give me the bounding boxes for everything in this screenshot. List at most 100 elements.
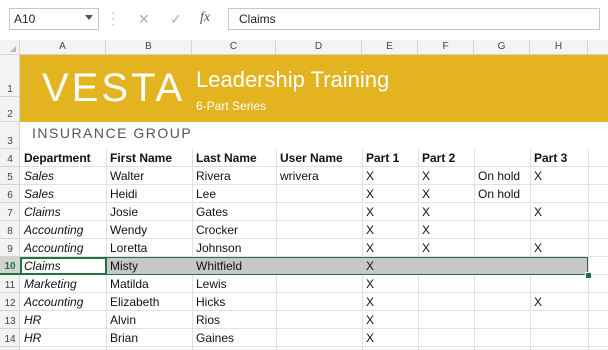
check-icon[interactable]: ✓ <box>170 11 182 28</box>
table-cell[interactable]: Marketing <box>20 275 77 293</box>
table-cell[interactable]: X <box>418 239 430 257</box>
table-cell[interactable]: X <box>362 293 374 311</box>
select-all-icon <box>10 46 16 52</box>
table-cell[interactable]: X <box>418 203 430 221</box>
table-cell[interactable]: Loretta <box>106 239 147 257</box>
insert-function-icon[interactable]: fx <box>200 10 210 26</box>
table-cell[interactable]: X <box>418 221 430 239</box>
company-logo: VESTA <box>42 66 186 110</box>
table-header-cell[interactable]: Part 3 <box>530 149 567 167</box>
company-logo-subtitle: INSURANCE GROUP <box>32 125 193 141</box>
table-cell[interactable]: X <box>362 329 374 347</box>
table-cell[interactable]: X <box>530 167 542 185</box>
column-header-f[interactable]: F <box>418 40 474 54</box>
table-cell[interactable]: On hold <box>474 185 520 203</box>
table-cell[interactable]: Misty <box>106 257 138 275</box>
table-cell[interactable]: HR <box>20 311 41 329</box>
column-header-b[interactable]: B <box>106 40 192 54</box>
header-banner: VESTA Leadership Training 6-Part Series <box>20 55 608 122</box>
select-all-button[interactable] <box>0 40 20 54</box>
chevron-down-icon[interactable] <box>85 15 93 20</box>
table-header-cell[interactable]: User Name <box>276 149 343 167</box>
banner-title: Leadership Training <box>196 67 390 92</box>
table-cell[interactable]: X <box>530 239 542 257</box>
table-cell[interactable]: Lewis <box>192 275 227 293</box>
table-cell[interactable]: Johnson <box>192 239 241 257</box>
row-header[interactable]: 8 <box>0 221 20 239</box>
column-header-g[interactable]: G <box>474 40 530 54</box>
column-header-a[interactable]: A <box>20 40 106 54</box>
table-cell[interactable]: Gates <box>192 203 228 221</box>
table-cell[interactable]: On hold <box>474 167 520 185</box>
column-headers: A B C D E F G H <box>0 40 608 55</box>
table-cell[interactable]: Crocker <box>192 221 238 239</box>
row-header[interactable]: 12 <box>0 293 20 311</box>
table-cell[interactable]: X <box>362 167 374 185</box>
table-cell[interactable]: Walter <box>106 167 144 185</box>
table-cell[interactable]: Claims <box>20 203 61 221</box>
row-header[interactable]: 2 <box>0 97 20 122</box>
row-header[interactable]: 11 <box>0 275 20 293</box>
table-cell[interactable]: Rivera <box>192 167 231 185</box>
table-header-cell[interactable]: First Name <box>106 149 172 167</box>
row-header[interactable]: 4 <box>0 149 20 167</box>
gridline <box>588 149 589 350</box>
table-cell[interactable]: Sales <box>20 167 54 185</box>
table-cell[interactable]: Josie <box>106 203 138 221</box>
table-cell[interactable]: X <box>362 311 374 329</box>
table-cell[interactable]: Hicks <box>192 293 225 311</box>
table-cell[interactable]: X <box>362 239 374 257</box>
row-header[interactable]: 9 <box>0 239 20 257</box>
table-cell[interactable]: Alvin <box>106 311 136 329</box>
table-cell[interactable]: Brian <box>106 329 138 347</box>
row-header[interactable]: 13 <box>0 311 20 329</box>
banner-subtitle: 6-Part Series <box>196 99 267 113</box>
row-header[interactable]: 6 <box>0 185 20 203</box>
row-header[interactable]: 3 <box>0 122 20 149</box>
table-cell[interactable]: X <box>362 257 374 275</box>
table-cell[interactable]: X <box>530 293 542 311</box>
table-header-cell[interactable]: Department <box>20 149 91 167</box>
table-header-cell[interactable]: Part 2 <box>418 149 455 167</box>
column-header-c[interactable]: C <box>192 40 276 54</box>
name-box[interactable]: A10 <box>9 8 99 30</box>
row-header[interactable]: 7 <box>0 203 20 221</box>
table-cell[interactable]: X <box>418 167 430 185</box>
table-cell[interactable]: Accounting <box>20 239 83 257</box>
worksheet-grid[interactable]: VESTA Leadership Training 6-Part Series … <box>20 55 608 350</box>
table-cell[interactable]: X <box>530 203 542 221</box>
table-cell[interactable]: Wendy <box>106 221 147 239</box>
row-header-active[interactable]: 10 <box>0 257 20 275</box>
column-header-h[interactable]: H <box>530 40 588 54</box>
table-cell[interactable]: Whitfield <box>192 257 242 275</box>
table-cell[interactable]: Elizabeth <box>106 293 159 311</box>
table-cell[interactable]: Rios <box>192 311 220 329</box>
column-header-e[interactable]: E <box>362 40 418 54</box>
table-cell[interactable]: Sales <box>20 185 54 203</box>
table-cell[interactable]: Matilda <box>106 275 149 293</box>
table-cell[interactable]: X <box>362 275 374 293</box>
row-header[interactable]: 14 <box>0 329 20 347</box>
table-cell[interactable]: Accounting <box>20 293 83 311</box>
column-header-d[interactable]: D <box>276 40 362 54</box>
table-cell[interactable]: X <box>362 203 374 221</box>
table-cell[interactable]: Lee <box>192 185 216 203</box>
table-cell[interactable]: X <box>362 185 374 203</box>
fill-handle[interactable] <box>585 272 592 279</box>
table-cell[interactable]: X <box>418 185 430 203</box>
table-header-cell[interactable]: Last Name <box>192 149 257 167</box>
table-cell-active[interactable]: Claims <box>20 257 61 275</box>
table-cell[interactable]: Gaines <box>192 329 234 347</box>
name-box-value: A10 <box>14 12 36 26</box>
table-cell[interactable]: Accounting <box>20 221 83 239</box>
close-icon[interactable]: ✕ <box>138 11 150 28</box>
table-cell[interactable]: wrivera <box>276 167 319 185</box>
formula-bar: A10 · · · ✕ ✓ fx Claims <box>0 0 608 40</box>
row-header[interactable]: 5 <box>0 167 20 185</box>
table-cell[interactable]: Heidi <box>106 185 137 203</box>
table-header-cell[interactable]: Part 1 <box>362 149 399 167</box>
row-header[interactable]: 1 <box>0 55 20 97</box>
table-cell[interactable]: X <box>362 221 374 239</box>
formula-input[interactable]: Claims <box>228 8 600 30</box>
table-cell[interactable]: HR <box>20 329 41 347</box>
